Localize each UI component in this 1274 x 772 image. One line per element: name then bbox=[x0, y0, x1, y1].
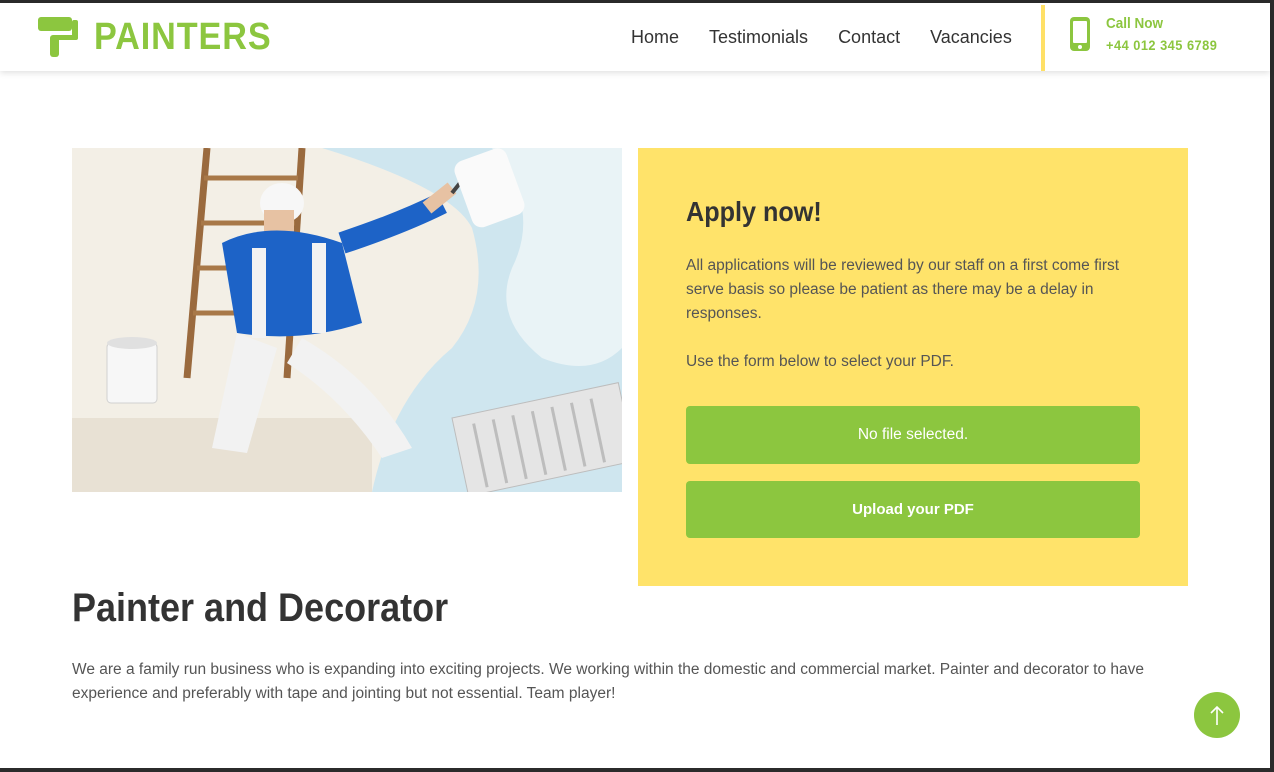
painter-photo bbox=[72, 148, 622, 492]
window-frame-right bbox=[1270, 0, 1274, 772]
apply-title: Apply now! bbox=[686, 196, 822, 227]
call-divider bbox=[1041, 5, 1045, 71]
phone-number[interactable]: +44 012 345 6789 bbox=[1106, 38, 1217, 53]
call-now-block[interactable]: Call Now +44 012 345 6789 bbox=[1068, 15, 1223, 53]
file-select-field[interactable]: No file selected. bbox=[686, 406, 1140, 464]
nav-item-vacancies[interactable]: Vacancies bbox=[915, 3, 1027, 71]
nav-item-testimonials[interactable]: Testimonials bbox=[694, 3, 823, 71]
window-frame-bottom bbox=[0, 768, 1274, 772]
apply-card: Apply now! All applications will be revi… bbox=[638, 148, 1188, 586]
back-to-top-button[interactable] bbox=[1194, 692, 1240, 738]
site-header: PAINTERS Home Testimonials Contact Vacan… bbox=[0, 3, 1270, 71]
paint-roller-icon bbox=[38, 17, 78, 57]
upload-pdf-button[interactable]: Upload your PDF bbox=[686, 481, 1140, 538]
job-description: We are a family run business who is expa… bbox=[72, 661, 1145, 702]
apply-instructions: Use the form below to select your PDF. bbox=[686, 353, 954, 370]
logo[interactable]: PAINTERS bbox=[36, 15, 291, 59]
job-title: Painter and Decorator bbox=[72, 586, 449, 630]
nav-item-contact[interactable]: Contact bbox=[823, 3, 915, 71]
arrow-up-icon bbox=[1210, 705, 1224, 725]
brand-name: PAINTERS bbox=[94, 15, 272, 58]
main-nav: Home Testimonials Contact Vacancies bbox=[616, 3, 1027, 71]
call-now-label: Call Now bbox=[1106, 15, 1164, 32]
apply-description: All applications will be reviewed by our… bbox=[686, 257, 1120, 322]
mobile-phone-icon bbox=[1070, 17, 1090, 51]
nav-item-home[interactable]: Home bbox=[616, 3, 694, 71]
